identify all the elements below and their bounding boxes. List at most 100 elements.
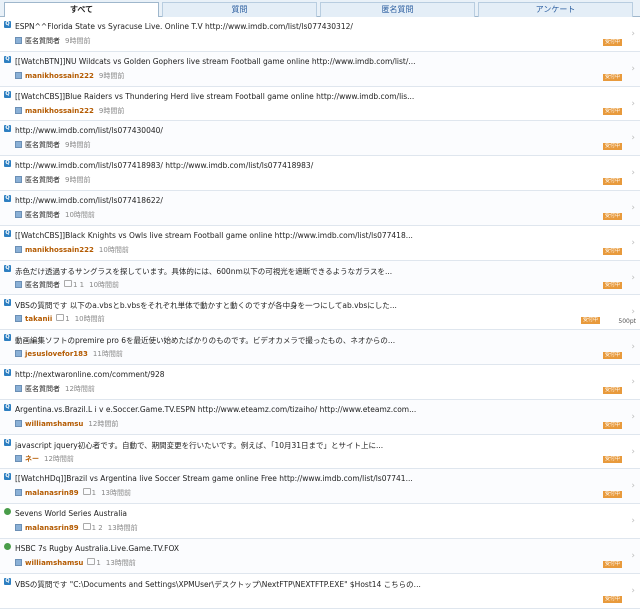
question-author[interactable]: manikhossain222	[25, 107, 94, 115]
question-title[interactable]: VBSの質問です 以下のa.vbsとb.vbsをそれぞれ単体で動かすと動くのです…	[15, 300, 575, 311]
list-item[interactable]: Q [[WatchCBS]]Black Knights vs Owls live …	[0, 225, 640, 261]
question-title[interactable]: HSBC 7s Rugby Australia.Live.Game.TV.FOX	[15, 544, 575, 553]
status-badge: 受付中	[602, 351, 622, 359]
question-title[interactable]: http://nextwaronline.com/comment/928	[15, 370, 575, 379]
question-author[interactable]: takanii	[25, 315, 52, 323]
globe-icon	[4, 508, 11, 516]
avatar	[15, 489, 22, 497]
list-item[interactable]: Q VBSの質問です "C:\Documents and Settings\XPM…	[0, 573, 640, 609]
status-badge: 受付中	[602, 595, 622, 603]
answer-count: 1 2	[82, 523, 103, 533]
question-title[interactable]: http://www.imdb.com/list/ls077418622/	[15, 196, 575, 205]
question-icon: Q	[4, 403, 11, 411]
list-item[interactable]: Qhttp://www.imdb.com/list/ls077430040/匿名…	[0, 121, 640, 157]
avatar	[15, 419, 22, 427]
question-list: Q ESPN^^Florida State vs Syracuse Live. O…	[0, 17, 640, 609]
tab-questions[interactable]: 質問	[162, 2, 317, 17]
answer-count: 1	[82, 488, 97, 498]
list-item[interactable]: Q 動画編集ソフトのpremire pro 6を最近使い始めたばかりのものです。ビ…	[0, 330, 640, 365]
posted-time: 13時間前	[107, 524, 138, 533]
question-title[interactable]: Argentina.vs.Brazil.L i v e.Soccer.Game.…	[15, 405, 575, 414]
question-title[interactable]: http://www.imdb.com/list/ls077430040/	[15, 126, 575, 135]
list-item[interactable]: Qjavascript jquery初心者です。自動で、期間変更を行いたいです。…	[0, 434, 640, 470]
answer-count-value: 1 2	[91, 524, 103, 533]
list-item[interactable]: Qhttp://www.imdb.com/list/ls077418983/ h…	[0, 156, 640, 191]
answer-count: 1	[56, 314, 70, 323]
question-author[interactable]: manikhossain222	[25, 72, 94, 80]
chevron-right-icon: ›	[631, 272, 635, 283]
question-title[interactable]: [[WatchBTN]]NU Wildcats vs Golden Gopher…	[15, 57, 575, 66]
avatar	[15, 350, 22, 358]
question-meta: williamshamsu 1 13時間前	[15, 557, 136, 568]
list-item[interactable]: Q 赤色だけ透過するサングラスを探しています。具体的には、600nm以下の可視光を…	[0, 260, 640, 296]
question-title[interactable]: [[WatchHDq]]Brazil vs Argentina live Soc…	[15, 474, 575, 483]
question-author[interactable]: manikhossain222	[25, 246, 94, 254]
list-item[interactable]: Q [[WatchBTN]]NU Wildcats vs Golden Gophe…	[0, 51, 640, 87]
question-title[interactable]: javascript jquery初心者です。自動で、期間変更を行いたいです。例…	[15, 440, 575, 451]
chevron-right-icon: ›	[631, 29, 635, 39]
speech-bubble-icon	[56, 314, 65, 322]
status-badge: 受付中	[602, 456, 622, 464]
status-badge: 受付中	[602, 282, 622, 290]
posted-time: 13時間前	[101, 489, 131, 498]
avatar	[15, 176, 22, 184]
question-meta: 匿名質問者 1 1 10時間前	[15, 279, 119, 290]
answer-count: 1	[87, 557, 101, 567]
list-item[interactable]: HSBC 7s Rugby Australia.Live.Game.TV.FOX…	[0, 538, 640, 574]
answer-count: 1 1	[64, 279, 85, 289]
chevron-right-icon: ›	[631, 550, 635, 561]
answer-count-value: 1 1	[73, 280, 85, 289]
status-badge: 受付中	[602, 212, 622, 220]
question-author[interactable]: malanasrin89	[25, 524, 79, 532]
posted-time: 12時間前	[88, 419, 119, 428]
question-title[interactable]: [[WatchCBS]]Blue Raiders vs Thundering H…	[15, 92, 575, 101]
status-badge: 受付中	[602, 386, 622, 394]
posted-time: 11時間前	[92, 350, 123, 359]
posted-time: 9時間前	[65, 176, 91, 185]
question-title[interactable]: ESPN^^Florida State vs Syracuse Live. On…	[15, 22, 575, 31]
question-meta: 匿名質問者 9時間前	[15, 175, 90, 185]
list-item[interactable]: Q ESPN^^Florida State vs Syracuse Live. O…	[0, 17, 640, 52]
tab-anonymous-questions[interactable]: 匿名質問	[320, 2, 475, 17]
question-title[interactable]: http://www.imdb.com/list/ls077418983/ ht…	[15, 161, 575, 170]
tab-survey[interactable]: アンケート	[478, 2, 633, 17]
tab-bar: すべて 質問 匿名質問 アンケート	[0, 0, 640, 18]
answer-count-value: 1	[91, 489, 97, 498]
posted-time: 9時間前	[65, 141, 91, 150]
question-author[interactable]: ネー	[25, 455, 39, 463]
question-title[interactable]: [[WatchCBS]]Black Knights vs Owls live s…	[15, 231, 575, 240]
speech-bubble-icon	[82, 523, 91, 531]
question-icon: Q	[4, 264, 11, 272]
avatar	[15, 384, 22, 392]
list-item[interactable]: Qhttp://www.imdb.com/list/ls077418622/匿名…	[0, 190, 640, 226]
avatar	[15, 315, 22, 323]
question-meta: malanasrin89 1 13時間前	[15, 488, 131, 498]
question-title[interactable]: 動画編集ソフトのpremire pro 6を最近使い始めたばかりのものです。ビデ…	[15, 335, 575, 346]
chevron-right-icon: ›	[631, 237, 635, 248]
question-icon: Q	[4, 299, 11, 307]
question-title[interactable]: VBSの質問です "C:\Documents and Settings\XPMU…	[15, 579, 575, 590]
posted-time: 9時間前	[98, 71, 125, 80]
list-item[interactable]: Q Argentina.vs.Brazil.L i v e.Soccer.Game…	[0, 399, 640, 435]
avatar	[15, 454, 22, 462]
question-title[interactable]: Sevens World Series Australia	[15, 509, 575, 518]
question-author[interactable]: malanasrin89	[25, 489, 79, 497]
question-author[interactable]: jesuslovefor183	[25, 350, 88, 358]
question-author[interactable]: williamshamsu	[25, 420, 83, 428]
globe-icon	[4, 542, 11, 550]
status-badge: 受付中	[602, 177, 622, 185]
question-author[interactable]: williamshamsu	[25, 559, 83, 567]
list-item[interactable]: Q [[WatchHDq]]Brazil vs Argentina live So…	[0, 469, 640, 505]
list-item[interactable]: Qhttp://nextwaronline.com/comment/928 匿名質…	[0, 364, 640, 400]
posted-time: 12時間前	[65, 384, 95, 393]
list-item[interactable]: Sevens World Series Australia malanasrin8…	[0, 504, 640, 539]
chevron-right-icon: ›	[631, 446, 635, 457]
list-item[interactable]: Q [[WatchCBS]]Blue Raiders vs Thundering …	[0, 86, 640, 122]
tab-all[interactable]: すべて	[4, 2, 159, 18]
question-meta: malanasrin89 1 2 13時間前	[15, 523, 138, 533]
question-title[interactable]: 赤色だけ透過するサングラスを探しています。具体的には、600nm以下の可視光を遮…	[15, 266, 575, 277]
avatar	[15, 37, 22, 44]
list-item[interactable]: Q VBSの質問です 以下のa.vbsとb.vbsをそれぞれ単体で動かすと動くので…	[0, 295, 640, 331]
avatar	[15, 141, 22, 149]
posted-time: 12時間前	[44, 454, 74, 463]
